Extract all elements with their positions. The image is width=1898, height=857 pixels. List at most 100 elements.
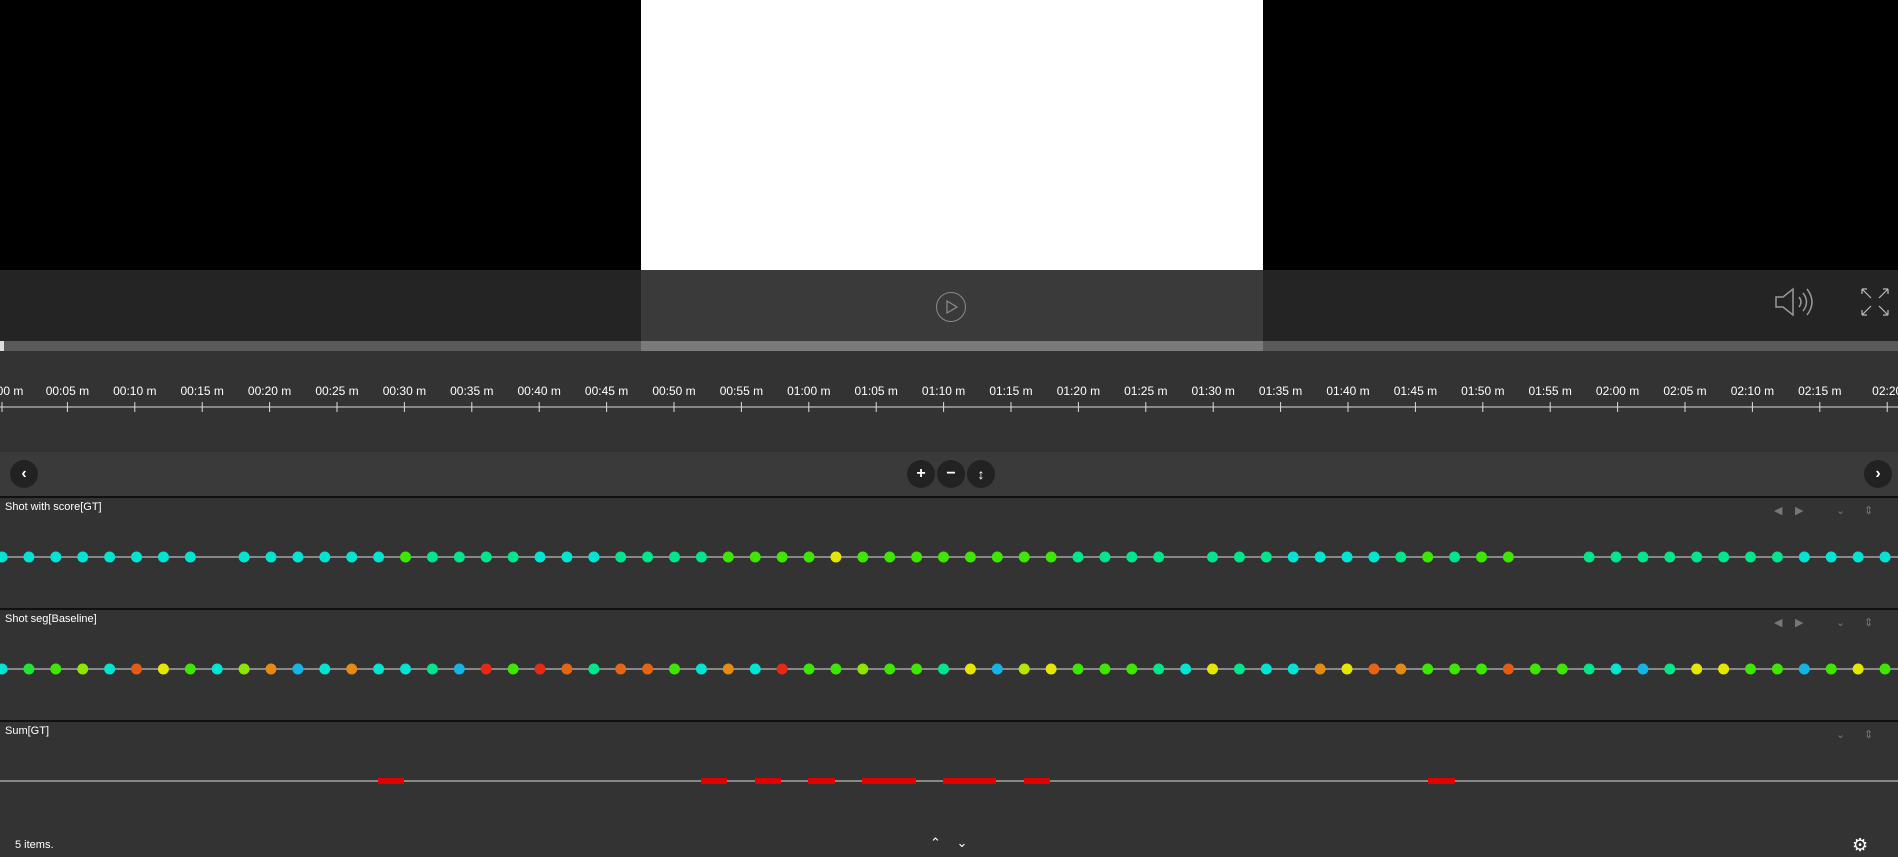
shot-point — [0, 663, 8, 675]
shot-point — [561, 551, 573, 563]
shot-point — [615, 551, 627, 563]
shot-point — [964, 663, 976, 675]
shot-point — [131, 663, 142, 675]
shot-point — [1207, 551, 1218, 563]
shot-point — [1099, 551, 1111, 563]
shot-point — [1852, 551, 1864, 563]
shot-point — [911, 551, 923, 563]
shot-point — [1045, 663, 1057, 675]
gear-icon[interactable]: ⚙ — [1852, 835, 1868, 856]
shot-point — [23, 551, 35, 563]
shot-point — [1879, 551, 1891, 563]
shot-point — [695, 663, 707, 675]
shot-point — [1637, 551, 1649, 563]
shot-point — [157, 551, 169, 563]
shot-point — [1718, 551, 1730, 563]
shot-point — [1207, 663, 1218, 675]
shot-point — [911, 663, 923, 675]
summary-segment — [862, 778, 916, 784]
shot-point — [1583, 551, 1595, 563]
shot-point — [588, 551, 600, 563]
shot-point — [749, 663, 761, 675]
shot-point — [1153, 551, 1165, 563]
track-canvas[interactable] — [0, 498, 1898, 609]
summary-segment — [701, 778, 727, 784]
chevron-up-icon[interactable]: ⌃ — [930, 835, 941, 850]
summary-segment — [1428, 778, 1455, 784]
shot-point — [104, 663, 116, 675]
shot-point — [749, 551, 761, 563]
fullscreen-icon[interactable] — [1860, 287, 1890, 317]
shot-point — [1287, 663, 1299, 675]
shot-point — [534, 663, 546, 675]
shot-point — [23, 663, 35, 675]
shot-point — [588, 663, 600, 675]
shot-point — [615, 663, 627, 675]
shot-point — [507, 663, 519, 675]
track-shot-seg: Shot seg[Baseline] ◀ ▶ ⌄ ⇕ — [0, 608, 1898, 721]
scroll-right-button[interactable]: › — [1864, 460, 1892, 488]
track-canvas[interactable] — [0, 722, 1898, 833]
shot-point — [238, 663, 250, 675]
progress-thumb[interactable] — [0, 341, 4, 351]
shot-point — [1260, 551, 1272, 563]
shot-point — [1798, 551, 1810, 563]
shot-point — [803, 663, 815, 675]
footer-nav: ⌃ ⌄ — [930, 835, 967, 851]
shot-point — [1018, 551, 1030, 563]
shot-point — [1045, 551, 1057, 563]
shot-point — [507, 551, 519, 563]
play-button[interactable] — [936, 292, 966, 322]
shot-point — [1018, 663, 1030, 675]
track-sum: Sum[GT] ⌄ ⇕ — [0, 720, 1898, 835]
shot-point — [857, 551, 869, 563]
shot-point — [1825, 663, 1837, 675]
ruler-ticks — [0, 402, 1898, 412]
footer-bar: 5 items. ⌃ ⌄ ⚙ — [0, 833, 1898, 857]
fit-height-button[interactable]: ↕ — [967, 460, 995, 488]
shot-point — [480, 551, 492, 563]
shot-point — [857, 663, 869, 675]
shot-point — [1422, 551, 1434, 563]
shot-point — [426, 663, 438, 675]
shot-point — [1476, 663, 1487, 675]
summary-segment — [755, 778, 781, 784]
scroll-left-button[interactable]: ‹ — [10, 460, 38, 488]
shot-point — [1422, 663, 1434, 675]
track-canvas[interactable] — [0, 610, 1898, 721]
shot-point — [346, 663, 358, 675]
shot-point — [695, 551, 707, 563]
shot-point — [426, 551, 438, 563]
shot-point — [319, 663, 331, 675]
volume-icon[interactable] — [1774, 286, 1822, 318]
shot-point — [104, 551, 116, 563]
zoom-in-button[interactable]: + — [907, 460, 935, 488]
shot-point — [1287, 551, 1299, 563]
shot-point — [77, 551, 89, 563]
shot-point — [1691, 663, 1703, 675]
shot-point — [292, 663, 304, 675]
shot-point — [669, 551, 680, 563]
shot-point — [1691, 551, 1703, 563]
shot-point — [77, 663, 89, 675]
shot-point — [1718, 663, 1730, 675]
shot-point — [1395, 551, 1407, 563]
video-frame[interactable] — [641, 0, 1263, 270]
shot-point — [1879, 663, 1891, 675]
shot-point — [884, 663, 896, 675]
track-shot-with-score: Shot with score[GT] ◀ ▶ ⌄ ⇕ — [0, 496, 1898, 609]
zoom-out-button[interactable]: − — [937, 460, 965, 488]
shot-point — [722, 663, 734, 675]
timeline-nav-bar: ‹ + − ↕ › — [0, 452, 1898, 496]
progress-track[interactable] — [0, 341, 1898, 351]
chevron-down-icon[interactable]: ⌄ — [957, 835, 968, 850]
shot-point — [1610, 663, 1622, 675]
shot-point — [373, 551, 385, 563]
shot-point — [1233, 551, 1245, 563]
shot-point — [1556, 663, 1568, 675]
summary-segment — [943, 778, 996, 784]
shot-point — [453, 663, 465, 675]
shot-point — [319, 551, 331, 563]
shot-point — [642, 551, 654, 563]
shot-point — [1368, 551, 1380, 563]
